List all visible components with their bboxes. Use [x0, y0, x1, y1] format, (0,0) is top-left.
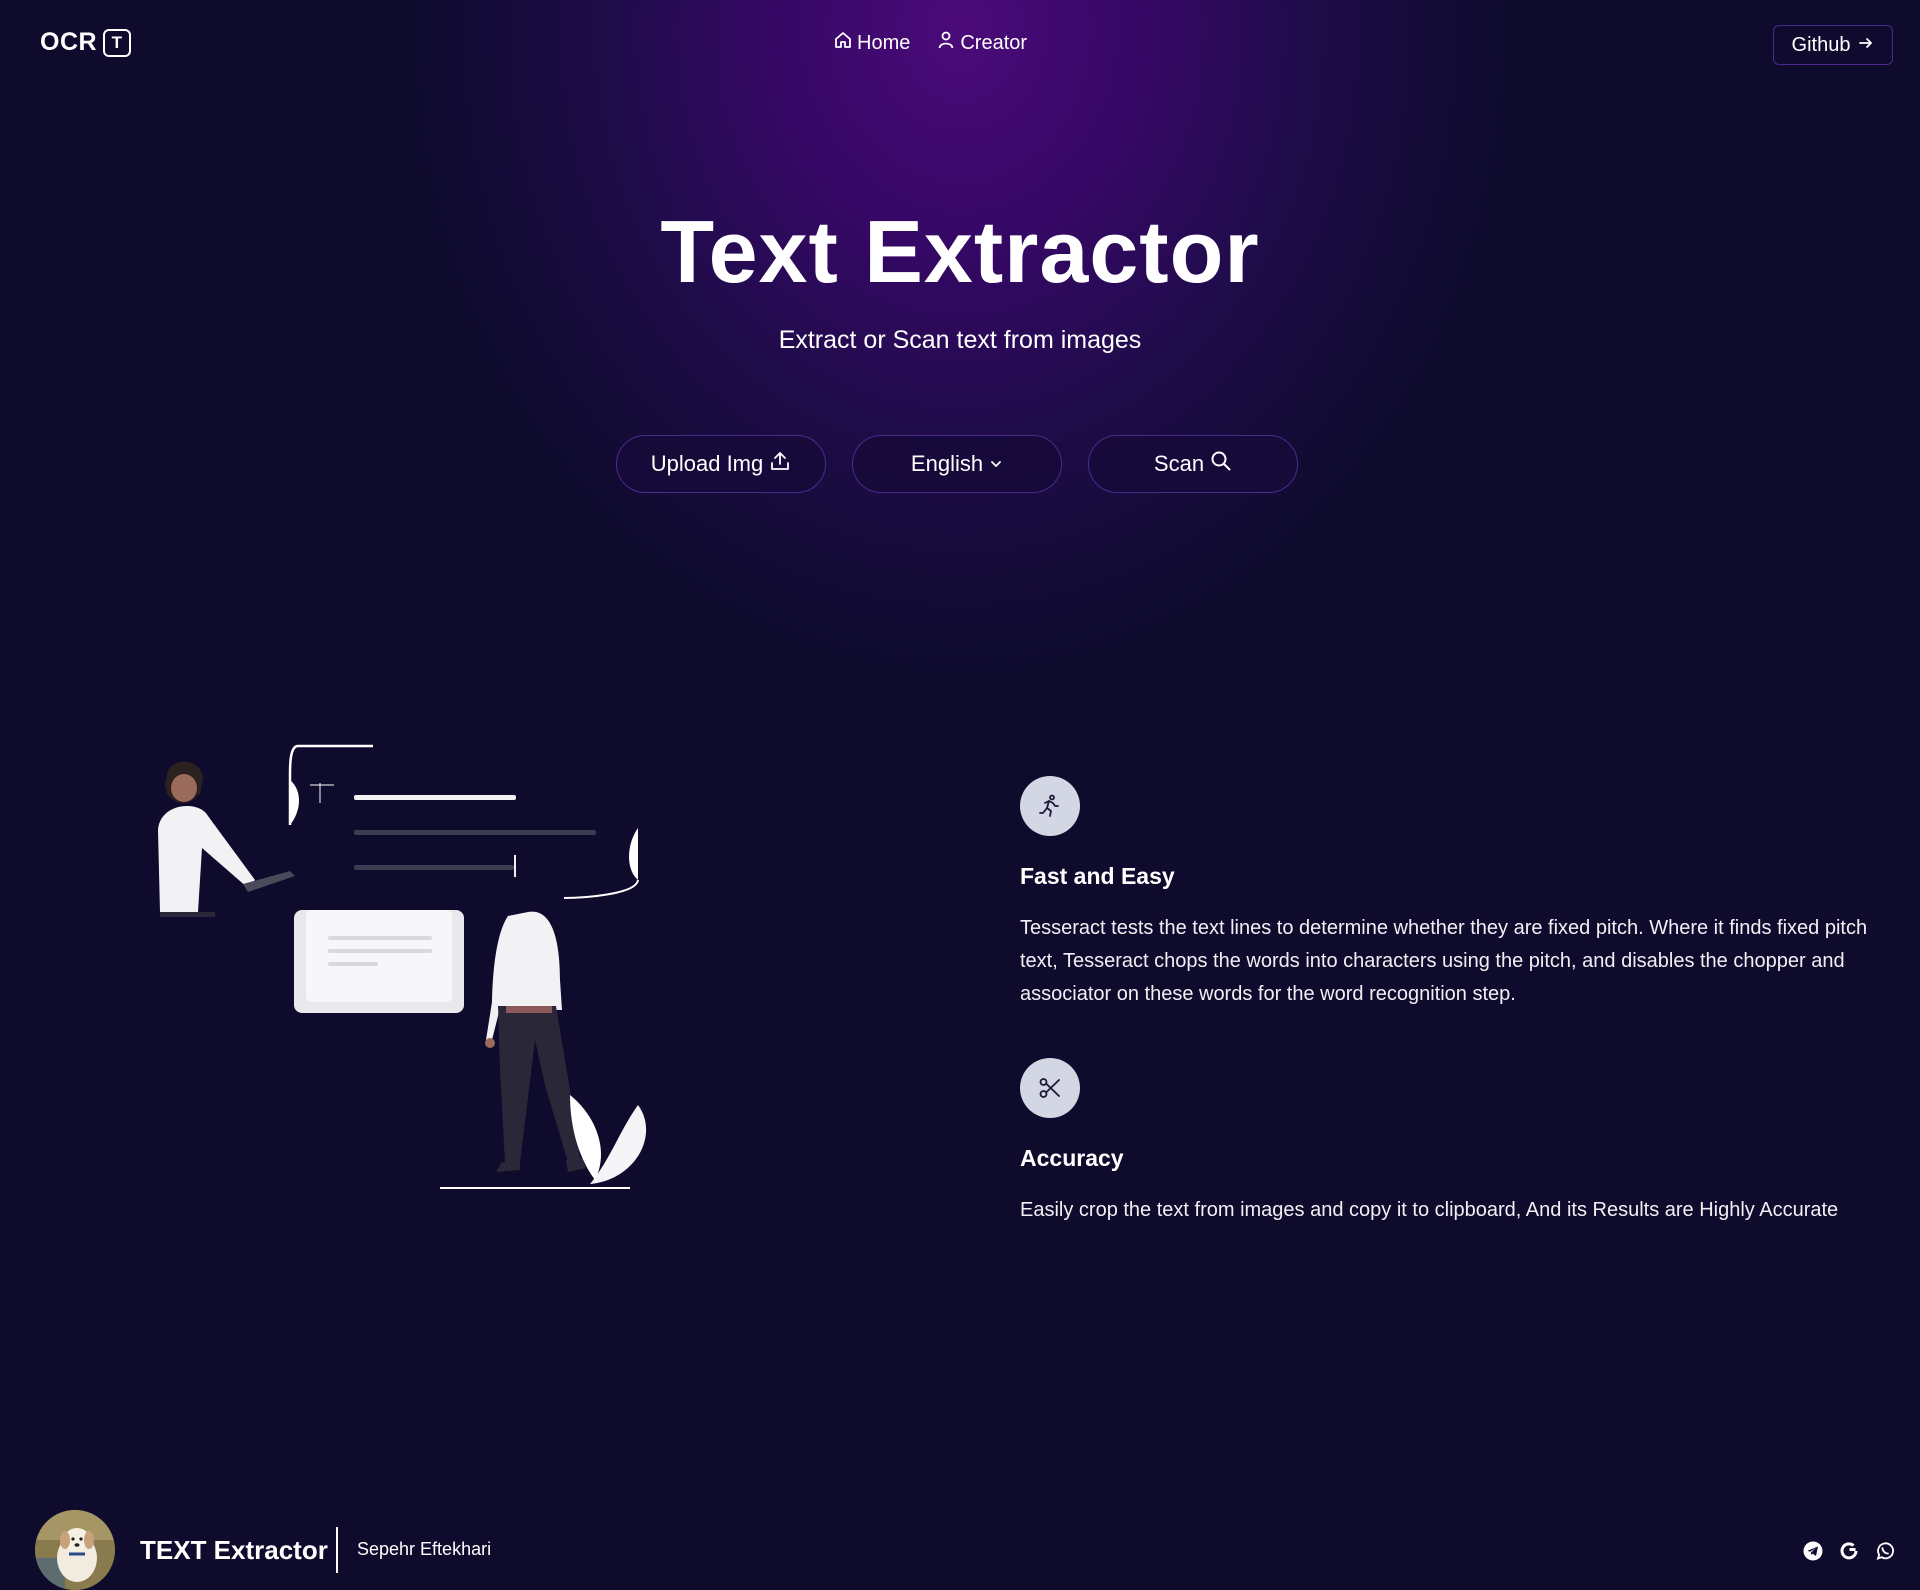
upload-label: Upload Img — [650, 451, 764, 476]
feature-fast-easy: Fast and Easy Tesseract tests the text l… — [1020, 776, 1900, 1011]
whatsapp-icon[interactable] — [1874, 1540, 1896, 1562]
chevron-down-icon — [989, 451, 1003, 477]
upload-icon — [769, 450, 791, 478]
language-select[interactable]: English — [852, 435, 1062, 493]
footer-divider — [336, 1527, 338, 1573]
main-nav: Home Creator — [833, 30, 1027, 56]
google-icon[interactable] — [1838, 1540, 1860, 1562]
footer: TEXT Extractor Sepehr Eftekhari — [0, 1505, 1920, 1590]
running-person-icon — [1020, 776, 1080, 836]
search-icon — [1210, 450, 1232, 478]
github-button[interactable]: Github — [1773, 25, 1893, 65]
scan-button[interactable]: Scan — [1088, 435, 1298, 493]
logo-badge-letter: T — [111, 33, 123, 52]
upload-button[interactable]: Upload Img — [616, 435, 826, 493]
user-icon — [936, 30, 956, 56]
arrow-right-icon — [1858, 34, 1874, 57]
page-subtitle: Extract or Scan text from images — [778, 326, 1142, 354]
social-links — [1802, 1540, 1896, 1562]
nav-creator-label: Creator — [960, 31, 1028, 54]
scissors-icon — [1020, 1058, 1080, 1118]
page-title: Text Extractor — [660, 202, 1260, 301]
avatar[interactable] — [35, 1510, 115, 1590]
action-bar: Upload Img English Scan — [616, 435, 1298, 493]
language-label: English — [910, 451, 984, 476]
nav-creator[interactable]: Creator — [936, 30, 1027, 56]
feature-description: Tesseract tests the text lines to determ… — [1020, 917, 1868, 1005]
feature-title: Fast and Easy — [1020, 863, 1175, 889]
nav-home[interactable]: Home — [833, 30, 910, 56]
scan-label: Scan — [1153, 451, 1205, 476]
feature-description: Easily crop the text from images and cop… — [1020, 1199, 1839, 1221]
telegram-icon[interactable] — [1802, 1540, 1824, 1562]
feature-accuracy: Accuracy Easily crop the text from image… — [1020, 1058, 1900, 1227]
feature-title: Accuracy — [1020, 1145, 1124, 1171]
nav-home-label: Home — [857, 31, 911, 54]
logo[interactable]: OCR T — [40, 28, 132, 57]
github-label: Github — [1791, 33, 1851, 56]
footer-brand: TEXT Extractor — [140, 1535, 328, 1565]
hero-glow — [0, 0, 1920, 760]
footer-author: Sepehr Eftekhari — [357, 1539, 492, 1559]
logo-badge-icon: T — [103, 28, 132, 57]
logo-text: OCR — [40, 28, 98, 56]
home-icon — [833, 30, 853, 56]
hero-illustration — [140, 740, 660, 1200]
